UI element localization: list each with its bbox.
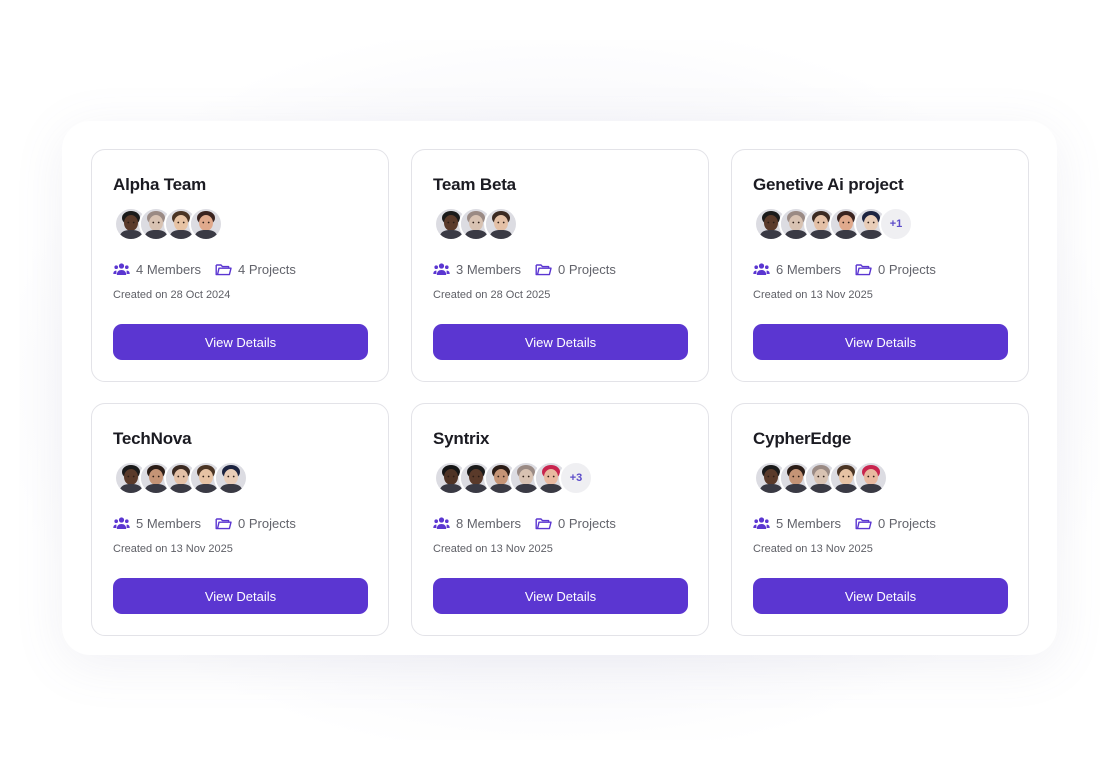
projects-count: 0 Projects <box>535 516 616 531</box>
created-date: Created on 28 Oct 2024 <box>113 289 231 301</box>
members-count: 5 Members <box>753 516 841 531</box>
team-name: Genetive Ai project <box>753 175 904 194</box>
projects-count: 0 Projects <box>855 516 936 531</box>
view-details-button[interactable]: View Details <box>433 578 688 614</box>
member-avatar-stack[interactable]: +1 <box>754 207 913 241</box>
projects-count-label: 0 Projects <box>878 516 936 531</box>
team-name: Team Beta <box>433 175 516 194</box>
created-date: Created on 28 Oct 2025 <box>433 289 551 301</box>
team-card: Team Beta 3 Members 0 Projects Created o… <box>411 149 709 382</box>
teams-panel: Alpha Team 4 Members 4 Projects Created … <box>62 121 1057 655</box>
members-count-label: 8 Members <box>456 516 522 531</box>
team-card: CypherEdge 5 Members 0 Projects Created … <box>731 403 1029 636</box>
member-avatar-stack[interactable] <box>114 207 223 241</box>
created-date: Created on 13 Nov 2025 <box>753 289 873 301</box>
projects-count: 0 Projects <box>535 262 616 277</box>
team-meta: 5 Members 0 Projects <box>113 516 310 531</box>
folder-icon <box>535 264 552 276</box>
members-count: 8 Members <box>433 516 521 531</box>
team-name: Syntrix <box>433 429 490 448</box>
member-portrait <box>216 463 246 493</box>
view-details-button[interactable]: View Details <box>113 578 368 614</box>
projects-count-label: 0 Projects <box>558 516 616 531</box>
view-details-button[interactable]: View Details <box>433 324 688 360</box>
member-portrait <box>486 209 516 239</box>
member-avatar-stack[interactable] <box>114 461 248 495</box>
avatar[interactable] <box>189 207 223 241</box>
team-card-grid: Alpha Team 4 Members 4 Projects Created … <box>91 149 1029 636</box>
created-date: Created on 13 Nov 2025 <box>753 543 873 555</box>
created-date: Created on 13 Nov 2025 <box>113 543 233 555</box>
team-card: Genetive Ai project +1 6 Members 0 Proje… <box>731 149 1029 382</box>
members-count-label: 3 Members <box>456 262 522 277</box>
members-count-label: 5 Members <box>136 516 202 531</box>
team-card: Syntrix +3 8 Members 0 Projects Created … <box>411 403 709 636</box>
projects-count-label: 4 Projects <box>238 262 296 277</box>
folder-icon <box>855 264 872 276</box>
more-members-badge[interactable]: +1 <box>879 207 913 241</box>
members-count: 3 Members <box>433 262 521 277</box>
team-name: Alpha Team <box>113 175 207 194</box>
view-details-button[interactable]: View Details <box>753 324 1008 360</box>
more-members-badge[interactable]: +3 <box>559 461 593 495</box>
projects-count: 4 Projects <box>215 262 296 277</box>
members-count-label: 4 Members <box>136 262 202 277</box>
folder-icon <box>215 518 232 530</box>
created-date: Created on 13 Nov 2025 <box>433 543 553 555</box>
team-card: TechNova 5 Members 0 Projects Created on… <box>91 403 389 636</box>
view-details-button[interactable]: View Details <box>113 324 368 360</box>
avatar[interactable] <box>214 461 248 495</box>
users-icon <box>753 263 770 275</box>
team-meta: 8 Members 0 Projects <box>433 516 630 531</box>
member-avatar-stack[interactable]: +3 <box>434 461 593 495</box>
users-icon <box>113 263 130 275</box>
users-icon <box>753 517 770 529</box>
projects-count-label: 0 Projects <box>558 262 616 277</box>
users-icon <box>113 517 130 529</box>
folder-icon <box>855 518 872 530</box>
projects-count: 0 Projects <box>215 516 296 531</box>
members-count-label: 6 Members <box>776 262 842 277</box>
team-name: TechNova <box>113 429 192 448</box>
team-name: CypherEdge <box>753 429 852 448</box>
member-portrait <box>856 463 886 493</box>
members-count: 5 Members <box>113 516 201 531</box>
team-meta: 6 Members 0 Projects <box>753 262 950 277</box>
team-meta: 5 Members 0 Projects <box>753 516 950 531</box>
avatar[interactable] <box>854 461 888 495</box>
member-portrait <box>191 209 221 239</box>
folder-icon <box>215 264 232 276</box>
avatar[interactable] <box>484 207 518 241</box>
projects-count-label: 0 Projects <box>878 262 936 277</box>
folder-icon <box>535 518 552 530</box>
members-count-label: 5 Members <box>776 516 842 531</box>
projects-count-label: 0 Projects <box>238 516 296 531</box>
member-avatar-stack[interactable] <box>434 207 518 241</box>
member-avatar-stack[interactable] <box>754 461 888 495</box>
members-count: 6 Members <box>753 262 841 277</box>
team-meta: 3 Members 0 Projects <box>433 262 630 277</box>
projects-count: 0 Projects <box>855 262 936 277</box>
users-icon <box>433 517 450 529</box>
team-card: Alpha Team 4 Members 4 Projects Created … <box>91 149 389 382</box>
users-icon <box>433 263 450 275</box>
members-count: 4 Members <box>113 262 201 277</box>
view-details-button[interactable]: View Details <box>753 578 1008 614</box>
team-meta: 4 Members 4 Projects <box>113 262 310 277</box>
